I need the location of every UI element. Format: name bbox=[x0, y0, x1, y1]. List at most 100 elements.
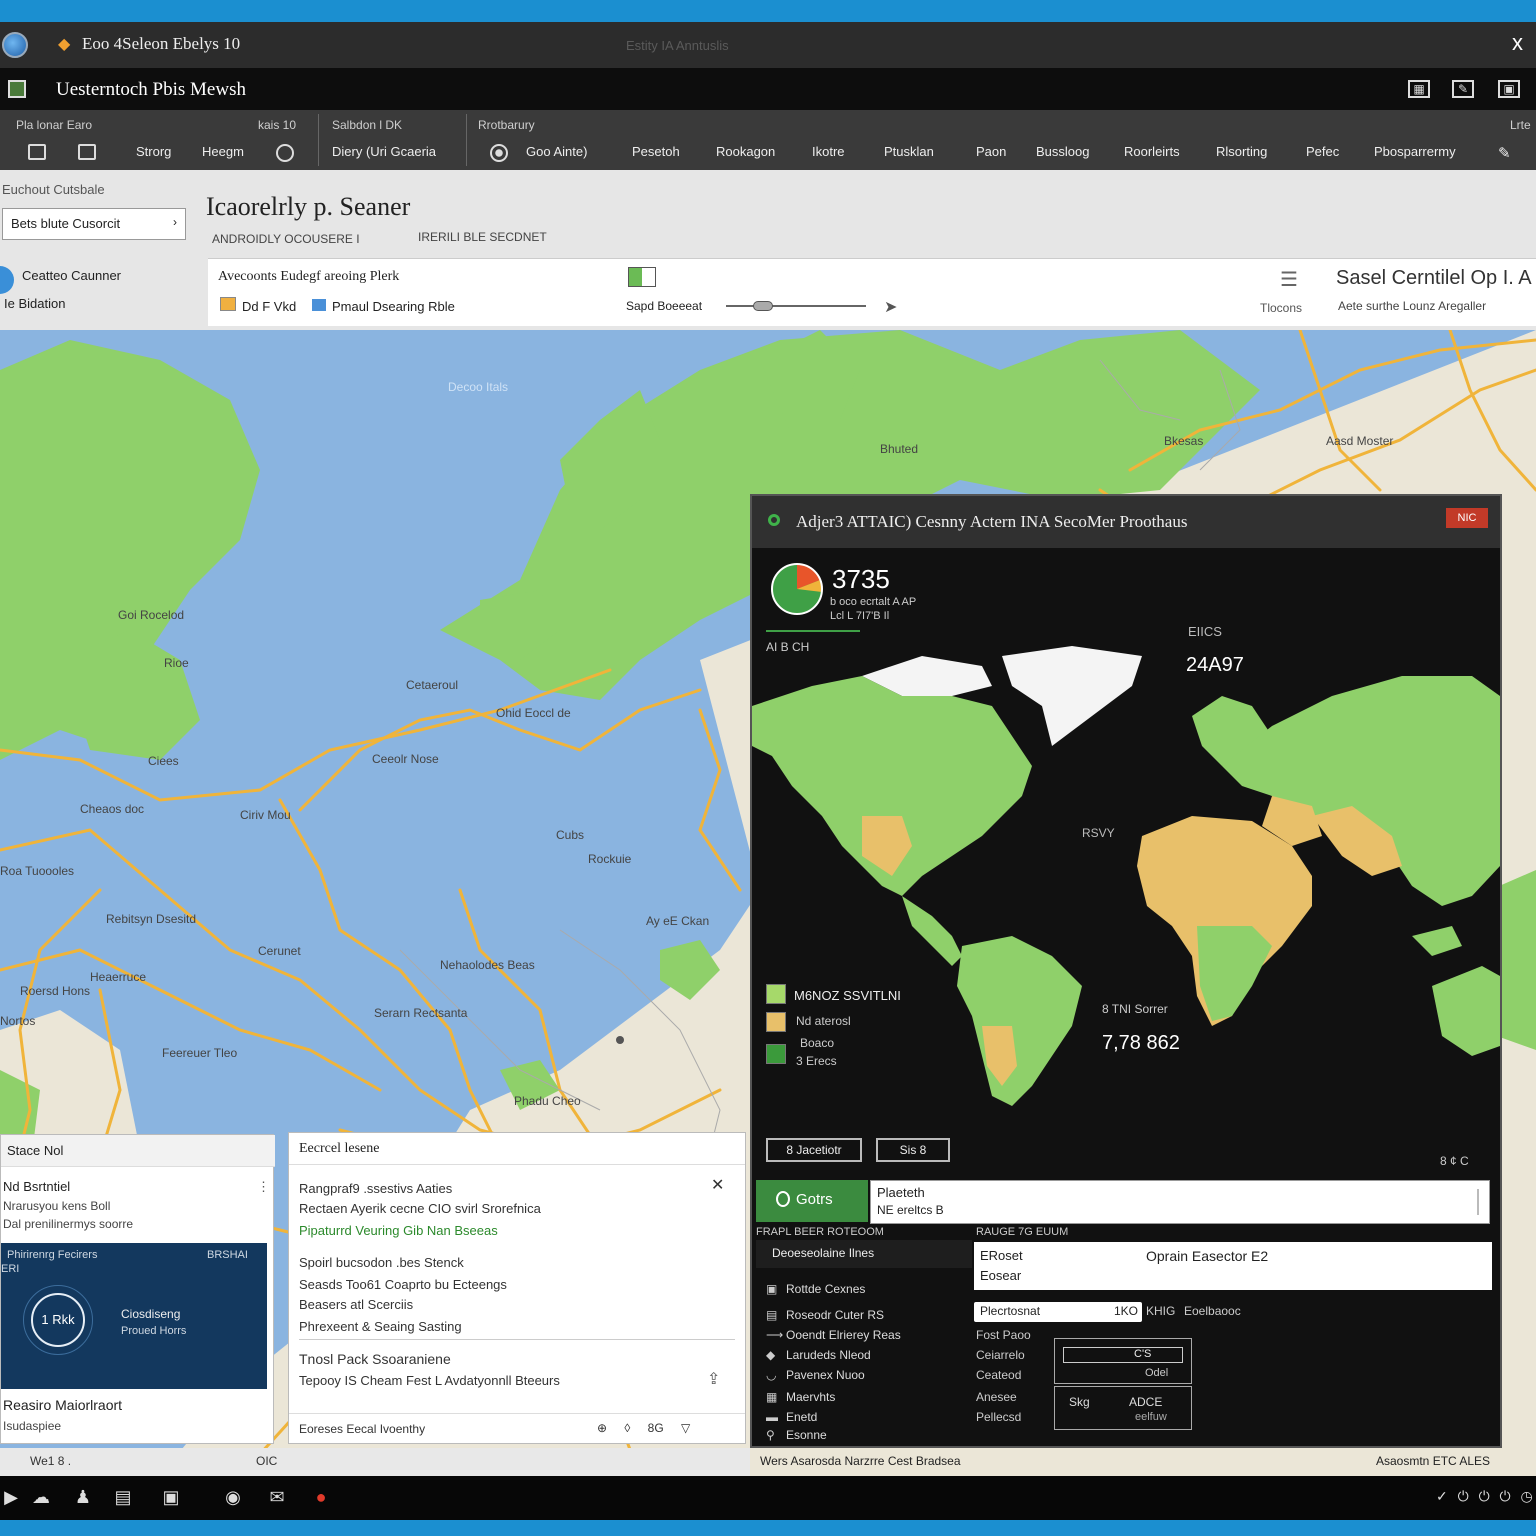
detail-box-field[interactable]: C'S bbox=[1063, 1347, 1183, 1363]
ribbon-button[interactable]: Pefec bbox=[1306, 144, 1339, 159]
details-line-highlight[interactable]: Pipaturrd Veuring Gib Nan Bseeas bbox=[299, 1223, 498, 1238]
ribbon-button[interactable]: Heegm bbox=[202, 144, 244, 159]
ribbon-button[interactable]: Rlsorting bbox=[1216, 144, 1267, 159]
close-icon[interactable]: x bbox=[1512, 30, 1523, 56]
ribbon-button[interactable]: Goo Ainte) bbox=[526, 144, 587, 159]
ribbon-button[interactable]: Strorg bbox=[136, 144, 171, 159]
detail-box-2[interactable]: Skg ADCE eelfuw bbox=[1054, 1386, 1192, 1430]
list-item[interactable]: ▬ Enetd bbox=[766, 1410, 817, 1424]
result-card[interactable]: ERoset Eosear Oprain Easector E2 bbox=[974, 1242, 1492, 1290]
edit-icon[interactable]: ✎ bbox=[1452, 80, 1474, 98]
route-chip-icon[interactable] bbox=[220, 297, 236, 311]
station-card[interactable]: Phirirenrg Fecirers BRSHAI ERI 1 Rkk Cio… bbox=[1, 1243, 267, 1389]
layer-select[interactable]: Bets blute Cusorcit › bbox=[2, 208, 186, 240]
status-badge[interactable]: NIC bbox=[1446, 508, 1488, 528]
route-chip-label[interactable]: Dd F Vkd bbox=[242, 299, 296, 314]
detail-box-2-c: eelfuw bbox=[1135, 1411, 1167, 1423]
list-item[interactable]: ▦ Maervhts bbox=[766, 1390, 835, 1404]
ribbon-button[interactable]: Bussloog bbox=[1036, 144, 1089, 159]
gauge-value: 1 Rkk bbox=[31, 1293, 85, 1347]
status-strip: Wers Asarosda Narzrre Cest Bradsea Asaos… bbox=[760, 1452, 1500, 1472]
detail-box[interactable]: C'S Odel bbox=[1054, 1338, 1192, 1384]
tool-icon[interactable]: ✎ bbox=[1498, 144, 1511, 162]
share-icon[interactable]: ⇪ bbox=[707, 1369, 720, 1389]
list-icon[interactable] bbox=[28, 144, 46, 160]
slider-track[interactable] bbox=[726, 305, 866, 307]
map-label: Cerunet bbox=[258, 944, 301, 958]
pill-suffix-2: Eoelbaooc bbox=[1184, 1304, 1241, 1318]
record-icon[interactable] bbox=[490, 144, 508, 162]
map-label: Aasd Moster bbox=[1326, 434, 1394, 448]
units-label: Tlocons bbox=[1260, 301, 1303, 315]
files-icon[interactable]: ▤ bbox=[112, 1486, 134, 1508]
ribbon-button[interactable]: Diery (Uri Gcaeria bbox=[332, 144, 436, 159]
slider-handle[interactable] bbox=[753, 301, 773, 311]
browser-globe-icon[interactable] bbox=[2, 32, 28, 58]
radar-icon[interactable]: ☰ bbox=[1280, 267, 1298, 292]
list-item[interactable]: ◡ Pavenex Nuoo bbox=[766, 1368, 865, 1382]
station-footer-title: Reasiro Maiorlraort bbox=[3, 1397, 123, 1413]
detail-label: Fost Paoo bbox=[976, 1328, 1031, 1342]
start-icon[interactable]: ▶ bbox=[0, 1486, 22, 1508]
list-item[interactable]: ▣ Rottde Cexnes bbox=[766, 1282, 865, 1296]
ribbon-button[interactable]: Paon bbox=[976, 144, 1006, 159]
map-label: Ay eE Ckan bbox=[646, 914, 710, 928]
bag-icon[interactable]: ▣ bbox=[160, 1486, 182, 1508]
control-subtitle: Aete surthe Lounz Aregaller bbox=[1338, 299, 1487, 313]
more-icon[interactable]: ⋮ bbox=[257, 1179, 270, 1195]
map-label: Serarn Rectsanta bbox=[374, 1006, 468, 1020]
layers-icon[interactable] bbox=[78, 144, 96, 160]
filter-button[interactable]: 8 Jacetiotr bbox=[766, 1138, 862, 1162]
panel-tools[interactable]: 8 ¢ C bbox=[1440, 1154, 1469, 1168]
legend-swatch bbox=[766, 1044, 786, 1064]
details-line: Spoirl bucsodon .bes Stenck bbox=[299, 1255, 464, 1270]
browser-icon[interactable]: ◉ bbox=[222, 1486, 244, 1508]
cloud-icon[interactable]: ☁ bbox=[30, 1486, 52, 1508]
arrow-right-icon[interactable]: ➤ bbox=[884, 297, 897, 317]
grid-icon[interactable]: ▦ bbox=[1408, 80, 1430, 98]
list-item[interactable]: ⟶ Ooendt Elrierey Reas bbox=[766, 1328, 901, 1342]
route-chip2-icon[interactable] bbox=[312, 299, 326, 311]
info-bar-right: OIC bbox=[256, 1454, 278, 1468]
page-subtitle-secondary: IRERILI BLE SECDNET bbox=[418, 230, 547, 244]
people-icon[interactable]: ♟ bbox=[72, 1486, 94, 1508]
legend-swatch bbox=[766, 1012, 786, 1032]
mail-icon[interactable]: ✉ bbox=[266, 1486, 288, 1508]
details-line: Beasers atl Scerciis bbox=[299, 1297, 414, 1312]
list-item[interactable]: ◆ Larudeds Nleod bbox=[766, 1348, 871, 1362]
window-icon[interactable]: ▣ bbox=[1498, 80, 1520, 98]
station-card-label: Phirirenrg Fecirers bbox=[7, 1249, 98, 1261]
size-button[interactable]: Sis 8 bbox=[876, 1138, 950, 1162]
record-app-icon[interactable]: ● bbox=[310, 1486, 332, 1508]
control-title: Sasel Cerntilel Op I. A bbox=[1336, 267, 1532, 289]
clock-icon[interactable] bbox=[276, 144, 294, 162]
location-field[interactable]: Plaeteth NE ereltcs B bbox=[870, 1180, 1490, 1224]
ribbon-button[interactable]: Pesetoh bbox=[632, 144, 680, 159]
close-icon[interactable]: ✕ bbox=[711, 1175, 724, 1195]
go-button[interactable]: Gotrs bbox=[756, 1180, 868, 1222]
ribbon-button[interactable]: Ikotre bbox=[812, 144, 845, 159]
map-marker[interactable] bbox=[616, 1036, 624, 1044]
list-item[interactable]: ▤ Roseodr Cuter RS bbox=[766, 1308, 884, 1322]
kpi-tertiary-label: 8 TNI Sorrer bbox=[1102, 1002, 1168, 1016]
breadcrumb[interactable]: Euchout Cutsbale bbox=[2, 182, 105, 197]
map-thumbnail-icon[interactable] bbox=[628, 267, 656, 287]
system-tray[interactable]: ✓ ⏻ ⏻ ⏻ ◷ bbox=[1436, 1488, 1533, 1505]
table-header: FRAPL BEER ROTEOOM bbox=[756, 1226, 884, 1238]
ribbon-button[interactable]: Roorleirts bbox=[1124, 144, 1180, 159]
ribbon-button[interactable]: Ptusklan bbox=[884, 144, 934, 159]
route-chip2-label[interactable]: Pmaul Dsearing Rble bbox=[332, 299, 455, 314]
station-line: Dal prenilinermys soorre bbox=[3, 1217, 134, 1231]
list-item-selected[interactable]: Deoeseolaine Ilnes bbox=[756, 1240, 972, 1268]
field-scrollbar[interactable] bbox=[1477, 1189, 1479, 1215]
ribbon-button[interactable]: Pbosparrermy bbox=[1374, 144, 1456, 159]
list-item[interactable]: ⚲ Esonne bbox=[766, 1428, 827, 1442]
map-overlay-label: EIICS bbox=[1188, 624, 1222, 639]
footer-icons[interactable]: ⊕ ◊ 8G ▽ bbox=[597, 1421, 690, 1435]
map-label: Rioe bbox=[164, 656, 189, 670]
details-panel: Eecrcel lesene ✕ Rangpraf9 .ssestivs Aat… bbox=[288, 1132, 746, 1444]
detail-box-2-b: ADCE bbox=[1129, 1395, 1163, 1409]
ribbon-button[interactable]: Rookagon bbox=[716, 144, 775, 159]
layer-select-value: Bets blute Cusorcit bbox=[11, 216, 121, 231]
filter-pill[interactable]: Plecrtosnat 1KO bbox=[974, 1302, 1142, 1322]
